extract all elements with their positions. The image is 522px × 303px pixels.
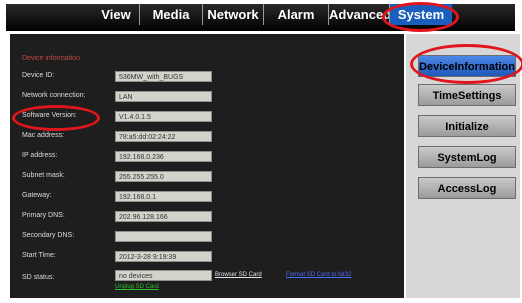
tab-alarm[interactable]: Alarm bbox=[263, 4, 328, 25]
secondary-dns-field[interactable] bbox=[115, 231, 212, 242]
subnet-mask-field[interactable]: 255.255.255.0 bbox=[115, 171, 212, 182]
device-info-panel: Device information Device ID: 536MW_with… bbox=[10, 34, 404, 298]
tab-view[interactable]: View bbox=[94, 4, 138, 25]
tab-system[interactable]: System bbox=[389, 4, 452, 25]
subnet-mask-label: Subnet mask: bbox=[22, 172, 65, 179]
format-sd-card-link[interactable]: Format SD Card to fat32 bbox=[286, 272, 351, 278]
device-id-field[interactable]: 536MW_with_BUGS bbox=[115, 71, 212, 82]
side-item-system-log[interactable]: SystemLog bbox=[418, 146, 516, 168]
side-item-initialize[interactable]: Initialize bbox=[418, 115, 516, 137]
ip-address-field[interactable]: 192.168.0.236 bbox=[115, 151, 212, 162]
sd-status-label: SD status: bbox=[22, 274, 55, 281]
gateway-label: Gateway: bbox=[22, 192, 52, 199]
software-version-label: Software Version: bbox=[22, 112, 77, 119]
start-time-field[interactable]: 2012-3-28 9:19:39 bbox=[115, 251, 212, 262]
network-connection-field[interactable]: LAN bbox=[115, 91, 212, 102]
ip-address-label: IP address: bbox=[22, 152, 58, 159]
mac-address-label: Mac address: bbox=[22, 132, 65, 139]
tab-network[interactable]: Network bbox=[202, 4, 263, 25]
browser-sd-card-link[interactable]: Browser SD Card bbox=[215, 272, 262, 278]
network-connection-label: Network connection: bbox=[22, 92, 86, 99]
secondary-dns-label: Secondary DNS: bbox=[22, 232, 75, 239]
device-id-label: Device ID: bbox=[22, 72, 55, 79]
primary-dns-field[interactable]: 202.96.128.166 bbox=[115, 211, 212, 222]
side-item-access-log[interactable]: AccessLog bbox=[418, 177, 516, 199]
unplug-sd-card-link[interactable]: Unplug SD Card bbox=[115, 284, 159, 290]
tab-advanced[interactable]: Advanced bbox=[328, 4, 391, 25]
sd-status-field[interactable]: no devices bbox=[115, 270, 212, 281]
side-item-device-information[interactable]: DeviceInformation bbox=[418, 55, 516, 77]
primary-dns-label: Primary DNS: bbox=[22, 212, 65, 219]
tab-media[interactable]: Media bbox=[139, 4, 202, 25]
side-item-time-settings[interactable]: TimeSettings bbox=[418, 84, 516, 106]
mac-address-field[interactable]: 78:a5:dd:02:24:22 bbox=[115, 131, 212, 142]
software-version-field[interactable]: V1.4.0.1.5 bbox=[115, 111, 212, 122]
gateway-field[interactable]: 192.168.0.1 bbox=[115, 191, 212, 202]
section-title: Device information bbox=[22, 55, 80, 62]
start-time-label: Start Time: bbox=[22, 252, 56, 259]
